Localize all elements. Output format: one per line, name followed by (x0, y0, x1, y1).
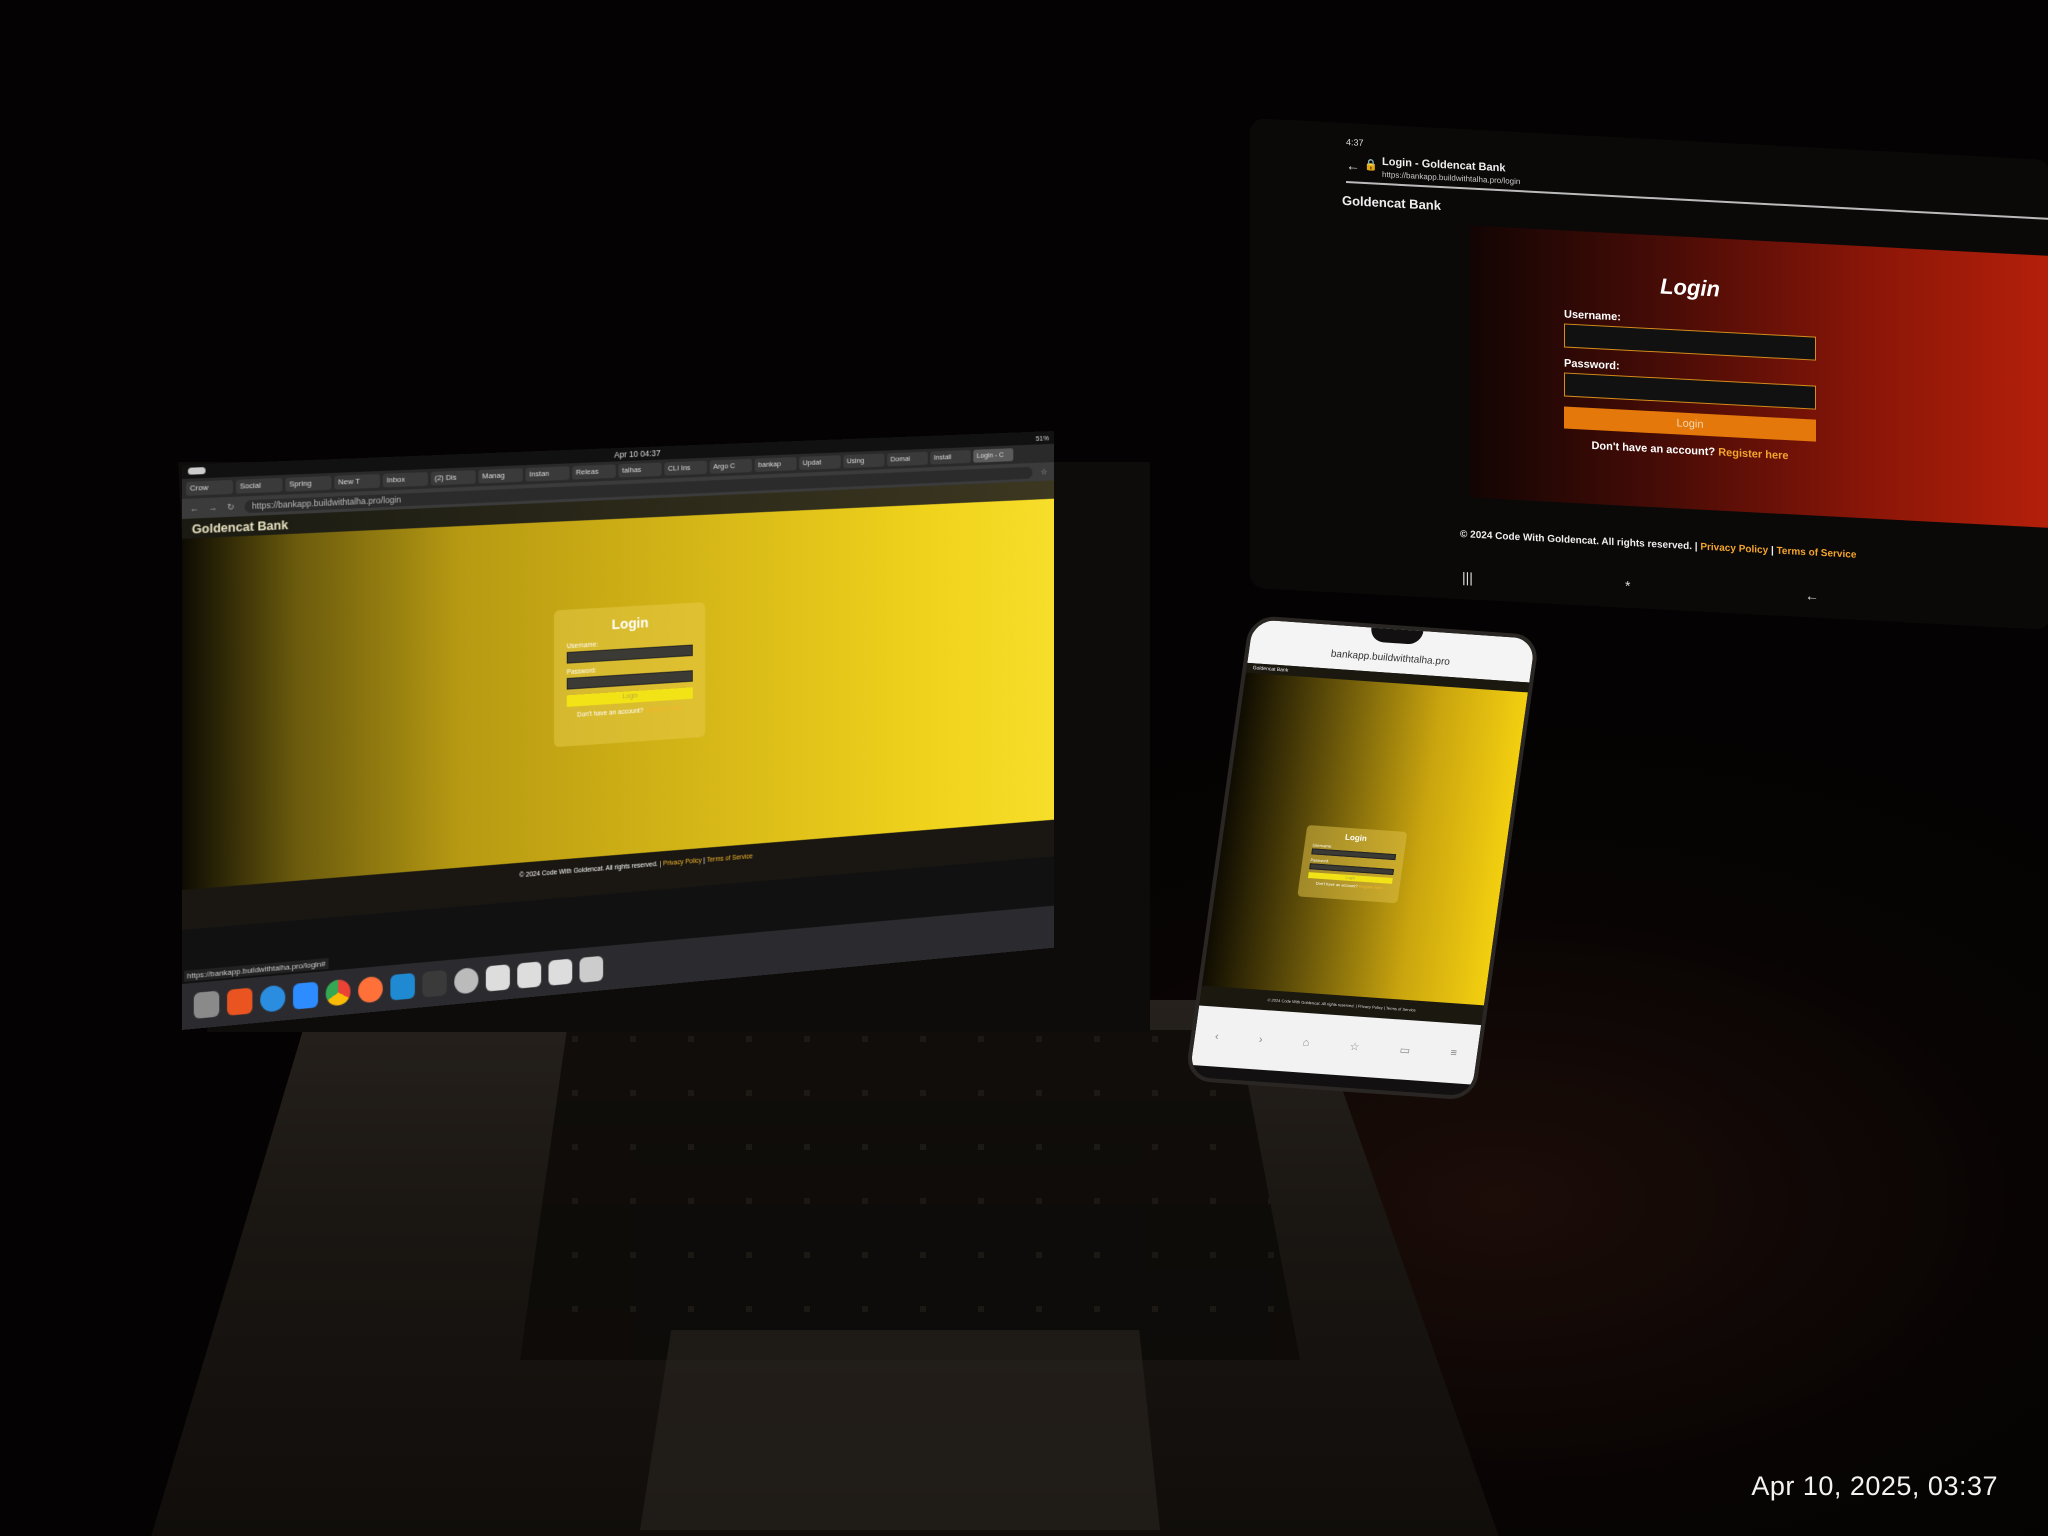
bookmark-star-icon[interactable]: ☆ (1041, 466, 1048, 476)
reload-icon[interactable]: ↻ (227, 501, 234, 512)
register-link[interactable]: Register here (1358, 884, 1383, 891)
browser-tab[interactable]: Manag (478, 468, 523, 484)
menu-icon[interactable]: ≡ (1450, 1047, 1458, 1059)
back-nav-icon[interactable]: ← (1805, 587, 1819, 604)
browser-tab[interactable]: CLI Ins (664, 460, 707, 476)
system-clock: Apr 10 04:37 (614, 448, 661, 460)
activities-button[interactable] (187, 467, 206, 475)
browser-tab[interactable]: bankap (754, 457, 797, 472)
zoom-icon[interactable] (293, 981, 319, 1010)
login-button[interactable]: Login (566, 687, 693, 707)
login-title: Login (611, 614, 649, 634)
login-title: Login (1660, 273, 1720, 302)
tabs-icon[interactable]: ▭ (1399, 1043, 1411, 1057)
login-card: Login Username: Password: Login Don't ha… (553, 602, 706, 748)
terms-of-service-link[interactable]: Terms of Service (1777, 546, 1857, 561)
privacy-policy-link[interactable]: Privacy Policy (663, 858, 702, 868)
browser-tab[interactable]: Updat (799, 455, 841, 471)
register-prompt-text: Don't have an account? (1315, 880, 1359, 889)
firefox-icon[interactable] (358, 975, 383, 1004)
terms-of-service-link[interactable]: Terms of Service (707, 853, 753, 863)
login-card: Login Username: Password: Login Don't ha… (1540, 251, 1840, 502)
login-button[interactable]: Login (1564, 406, 1816, 442)
register-prompt: Don't have an account? Register here (567, 704, 693, 719)
register-link[interactable]: Register here (645, 705, 683, 714)
site-brand[interactable]: Goldencat Bank (1342, 193, 1441, 213)
photo-timestamp: Apr 10, 2025, 03:37 (1751, 1471, 1998, 1501)
browser-tab[interactable]: Social (235, 477, 283, 494)
browser-tab[interactable]: Argo C (709, 458, 752, 474)
footer-separator: | (703, 857, 706, 865)
browser-tab[interactable]: (2) Dis (430, 470, 476, 486)
laptop-keyboard (520, 1030, 1300, 1360)
app-center-icon[interactable] (227, 987, 253, 1016)
home-icon[interactable]: ⌂ (1302, 1037, 1310, 1049)
login-card: Login Username: Password: Login Don't ha… (1297, 825, 1408, 904)
chrome-icon[interactable] (325, 978, 351, 1007)
register-link[interactable]: Register here (1718, 447, 1788, 463)
login-page: Login Username: Password: Login Don't ha… (1201, 672, 1528, 1006)
tablet-address-bar: ← 🔒 Login - Goldencat Bank https://banka… (1346, 153, 2048, 221)
footer-copyright: © 2024 Code With Goldencat. All rights r… (519, 860, 662, 880)
site-brand[interactable]: Goldencat Bank (192, 517, 288, 536)
recents-nav-icon[interactable]: ||| (1462, 569, 1473, 586)
footer-copyright: © 2024 Code With Goldencat. All rights r… (1460, 529, 1698, 553)
bookmark-icon[interactable]: ☆ (1349, 1040, 1361, 1054)
register-prompt: Don't have an account? Register here (1564, 438, 1816, 463)
home-nav-icon[interactable]: * (1625, 578, 1630, 594)
register-prompt-text: Don't have an account? (577, 707, 644, 719)
tablet-screen: 4:37 ← 🔒 Login - Goldencat Bank https://… (1250, 118, 2048, 630)
browser-tab[interactable]: Instan (525, 466, 570, 482)
back-arrow-icon[interactable]: ← (190, 503, 199, 513)
forward-arrow-icon[interactable]: → (209, 502, 218, 512)
battery-indicator[interactable]: 51% (1036, 433, 1049, 442)
settings-icon[interactable] (454, 967, 479, 995)
text-editor-icon[interactable] (485, 964, 510, 992)
footer-separator: | (1770, 545, 1774, 557)
browser-tab[interactable]: Crow (185, 479, 233, 496)
trash-icon[interactable] (579, 955, 604, 983)
browser-tab[interactable]: Using (843, 453, 885, 469)
browser-tab[interactable]: Inbox (382, 471, 429, 488)
browser-tab[interactable]: Install (930, 449, 971, 465)
browser-tab[interactable]: Domai (887, 451, 928, 467)
document-icon[interactable] (548, 958, 573, 986)
vscode-icon[interactable] (390, 972, 415, 1001)
back-icon[interactable]: ‹ (1214, 1031, 1219, 1043)
lock-icon[interactable]: 🔒 (1364, 158, 1378, 172)
document-icon[interactable] (517, 961, 542, 989)
forward-icon[interactable]: › (1258, 1034, 1263, 1046)
help-icon[interactable] (260, 984, 286, 1013)
register-prompt-text: Don't have an account? (1591, 439, 1716, 459)
phone-url[interactable]: bankapp.buildwithtalha.pro (1330, 649, 1451, 668)
terminal-icon[interactable] (422, 969, 447, 998)
laptop-touchpad (640, 1330, 1160, 1530)
browser-tab[interactable]: Spring (285, 475, 332, 492)
browser-tab-active[interactable]: Login - C (973, 448, 1014, 463)
browser-tab[interactable]: talhas (618, 462, 662, 478)
privacy-policy-link[interactable]: Privacy Policy (1700, 542, 1768, 557)
tablet-status-time: 4:37 (1346, 137, 1364, 148)
site-footer: © 2024 Code With Goldencat. All rights r… (1460, 529, 1856, 561)
browser-tab[interactable]: New T (334, 473, 380, 490)
back-arrow-icon[interactable]: ← (1346, 157, 1360, 174)
files-icon[interactable] (193, 990, 220, 1019)
browser-tab[interactable]: Releas (572, 464, 616, 480)
laptop-screen: Apr 10 04:37 51% Crow Social Spring New … (182, 430, 1054, 1030)
